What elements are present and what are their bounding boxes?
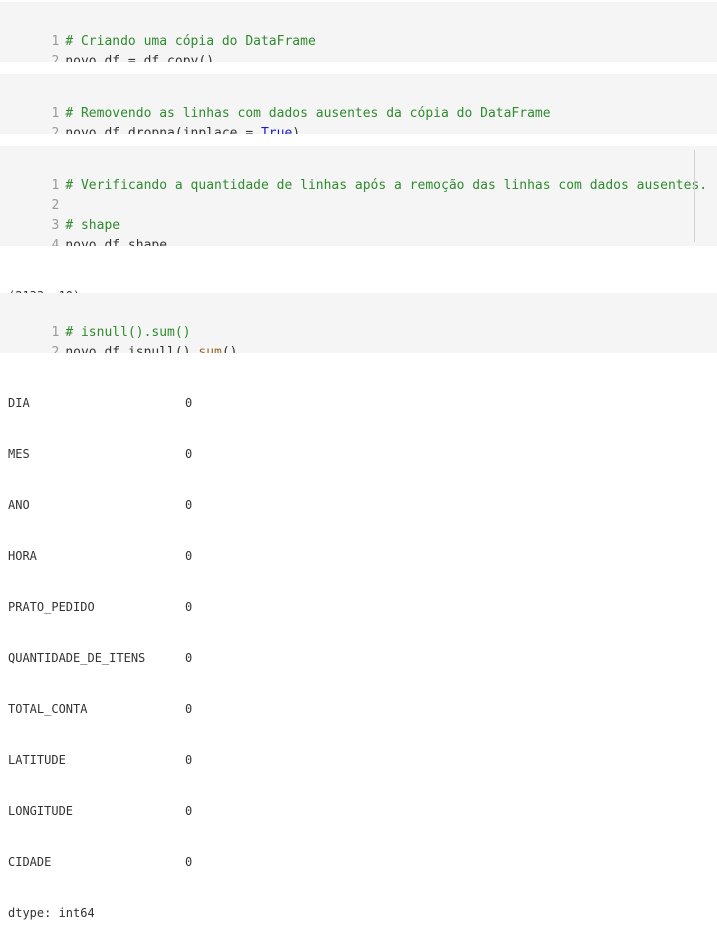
null-count: 0 [185, 855, 193, 869]
output-row: LONGITUDE 0 [8, 803, 192, 820]
null-count: 0 [185, 498, 193, 512]
column-name: CIDADE [8, 855, 52, 869]
code-line[interactable]: 1 # Removendo as linhas com dados ausente… [0, 84, 550, 121]
column-name: TOTAL_CONTA [8, 702, 88, 716]
line-number: 2 [51, 126, 60, 134]
line-number: 4 [51, 238, 60, 246]
null-count: 0 [185, 651, 193, 665]
code-text: novo_df.shape [65, 238, 168, 246]
output-row: QUANTIDADE_DE_ITENS 0 [8, 650, 192, 667]
code-method: sum [198, 345, 222, 353]
code-line[interactable]: 2 novo_df = df.copy() [0, 32, 214, 62]
column-name: ANO [8, 498, 30, 512]
code-keyword: True [260, 126, 293, 134]
editor-scroll-divider [694, 150, 695, 242]
line-number: 2 [51, 345, 60, 353]
code-line[interactable]: 2 [0, 176, 65, 213]
column-name: DIA [8, 396, 30, 410]
line-number: 2 [51, 54, 60, 62]
null-count: 0 [185, 804, 193, 818]
code-cell-copy[interactable]: 1 # Criando uma cópia do DataFrame 2 novo_… [0, 2, 717, 62]
output-row: TOTAL_CONTA 0 [8, 701, 192, 718]
code-comment: # Verificando a quantidade de linhas apó… [65, 178, 708, 193]
code-text: novo_df.isnull(). [65, 345, 199, 353]
output-row: PRATO_PEDIDO 0 [8, 599, 192, 616]
null-count: 0 [185, 549, 193, 563]
code-text: ) [292, 126, 301, 134]
code-line[interactable]: 2 novo_df.dropna(inplace = True) [0, 104, 300, 134]
column-name: MES [8, 447, 30, 461]
output-row: MES 0 [8, 446, 192, 463]
code-line[interactable]: 4 novo_df.shape [0, 216, 167, 246]
null-count: 0 [185, 600, 193, 614]
code-cell-shape[interactable]: 1 # Verificando a quantidade de linhas ap… [0, 146, 717, 246]
output-row: CIDADE 0 [8, 854, 192, 871]
column-name: HORA [8, 549, 37, 563]
code-text: novo_df = df.copy() [65, 54, 215, 62]
column-name: LONGITUDE [8, 804, 74, 818]
null-count: 0 [185, 753, 193, 767]
output-row: HORA 0 [8, 548, 192, 565]
output-row: ANO 0 [8, 497, 192, 514]
code-cell-isnull[interactable]: 1 # isnull().sum() 2 novo_df.isnull().sum(… [0, 293, 717, 353]
column-name: PRATO_PEDIDO [8, 600, 95, 614]
code-line[interactable]: 3 # shape [0, 196, 120, 233]
column-name: QUANTIDADE_DE_ITENS [8, 651, 146, 665]
code-cell-dropna[interactable]: 1 # Removendo as linhas com dados ausente… [0, 74, 717, 134]
code-text: () [221, 345, 238, 353]
code-text: novo_df.dropna(inplace = [65, 126, 261, 134]
null-count: 0 [185, 396, 193, 410]
column-name: LATITUDE [8, 753, 66, 767]
code-line[interactable]: 1 # Criando uma cópia do DataFrame [0, 12, 315, 49]
code-line[interactable]: 1 # isnull().sum() [0, 303, 190, 340]
null-count: 0 [185, 447, 193, 461]
output-row: DIA 0 [8, 395, 192, 412]
isnull-output: DIA 0 MES 0 ANO 0 HORA 0 PRATO_PEDIDO 0 QUANT… [8, 361, 192, 939]
null-count: 0 [185, 702, 193, 716]
dtype-line: dtype: int64 [8, 906, 95, 920]
code-line[interactable]: 1 # Verificando a quantidade de linhas ap… [0, 156, 707, 193]
code-line[interactable]: 2 novo_df.isnull().sum() [0, 323, 237, 353]
output-row: LATITUDE 0 [8, 752, 192, 769]
